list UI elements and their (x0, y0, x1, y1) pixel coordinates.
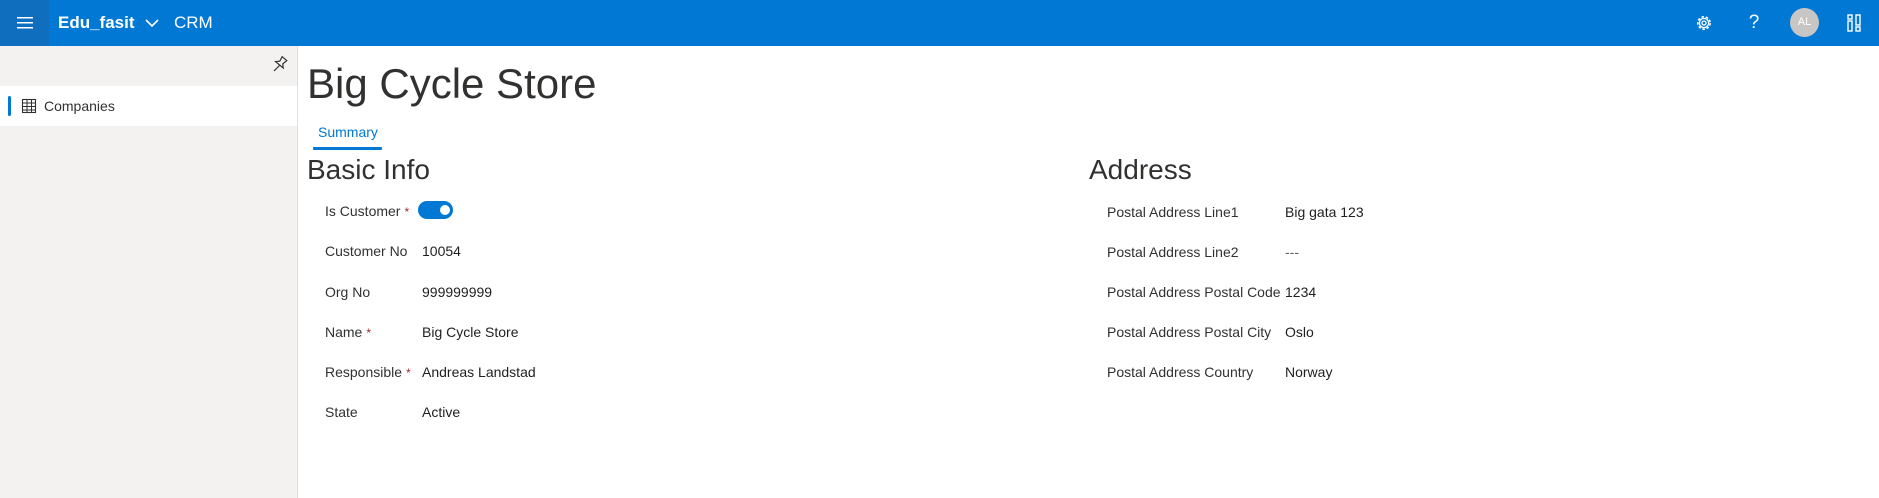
postal-code-label: Postal Address Postal Code (1107, 284, 1281, 300)
name-label: Name * (325, 324, 372, 340)
table-grid-icon (21, 98, 37, 114)
customer-no-label: Customer No (325, 243, 408, 259)
responsible-value: Andreas Landstad (422, 364, 536, 380)
postal-country-value: Norway (1285, 364, 1333, 380)
basic-info-heading: Basic Info (307, 154, 430, 185)
avatar[interactable]: AL (1790, 8, 1819, 37)
postal-line1-label: Postal Address Line1 (1107, 204, 1239, 220)
page-title: Big Cycle Store (307, 60, 597, 107)
postal-code-value: 1234 (1285, 284, 1317, 300)
menu-button[interactable] (0, 0, 49, 46)
assistant-icon (1847, 14, 1861, 32)
is-customer-toggle[interactable] (418, 201, 453, 219)
area-name: CRM (174, 13, 213, 32)
required-marker: * (406, 366, 411, 380)
is-customer-label: Is Customer * (325, 203, 410, 219)
postal-city-value: Oslo (1285, 324, 1314, 340)
state-label: State (325, 404, 358, 420)
chevron-down-icon[interactable] (143, 14, 161, 32)
sidebar: Companies (0, 46, 298, 498)
postal-country-label: Postal Address Country (1107, 364, 1254, 380)
sidebar-item-companies[interactable]: Companies (0, 86, 297, 126)
selected-indicator (8, 96, 11, 116)
gear-icon (1697, 16, 1711, 30)
app-name[interactable]: Edu_fasit (58, 0, 135, 46)
required-marker: * (404, 205, 410, 219)
tab-selected-underline (313, 147, 382, 150)
settings-button[interactable] (1692, 11, 1716, 35)
responsible-label: Responsible * (325, 364, 411, 380)
sidebar-item-label: Companies (44, 98, 115, 114)
toggle-knob (440, 205, 450, 215)
tab-summary[interactable]: Summary (313, 120, 383, 150)
help-icon: ? (1748, 12, 1760, 33)
org-no-value: 999999999 (422, 284, 493, 300)
assistant-button[interactable] (1842, 11, 1866, 35)
postal-line1-value: Big gata 123 (1285, 204, 1364, 220)
top-bar: Edu_fasit CRM ? AL (0, 0, 1879, 46)
org-no-label: Org No (325, 284, 371, 300)
postal-line2-value: --- (1285, 244, 1299, 260)
hamburger-icon (16, 17, 33, 29)
pin-icon[interactable] (270, 54, 290, 74)
name-value: Big Cycle Store (422, 324, 519, 340)
address-heading: Address (1089, 154, 1192, 185)
required-marker: * (366, 326, 372, 340)
postal-city-label: Postal Address Postal City (1107, 324, 1272, 340)
postal-line2-label: Postal Address Line2 (1107, 244, 1239, 260)
state-value: Active (422, 404, 461, 420)
customer-no-value: 10054 (422, 243, 461, 259)
help-button[interactable]: ? (1742, 11, 1766, 35)
